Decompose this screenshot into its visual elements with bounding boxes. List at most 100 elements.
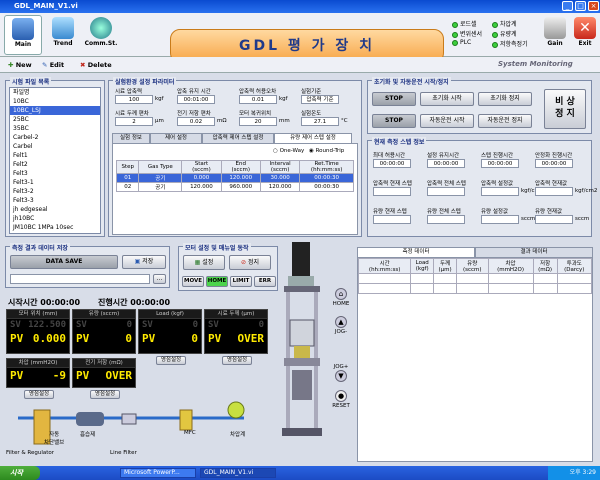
motor-stop-button[interactable]: ⊘ 정지 <box>229 255 271 270</box>
tab-pressure-step[interactable]: 압축력 제어 스텝 설정 <box>202 133 274 143</box>
column-header: Gas Type <box>138 160 183 174</box>
arrow-up-icon: ▲ <box>335 316 347 328</box>
init-start-button[interactable]: 초기화 시작 <box>420 92 474 106</box>
jog-plus-control[interactable]: JOG+ ▼ <box>330 363 352 382</box>
table-header: Step Gas Type Start (sccm) End (sccm) Interv… <box>115 160 354 174</box>
param-field[interactable]: 압축력 기준 <box>301 95 339 104</box>
param-label: 실험기준 <box>301 89 322 95</box>
measure-table: 시간 (hh:mm:ss) Load (kgf) 두께 (μm) 유량 (sccm) 차… <box>357 258 593 294</box>
list-item[interactable]: Felt3-1 <box>10 178 100 187</box>
param-field[interactable]: 20 <box>239 117 277 126</box>
stop-auto-button[interactable]: STOP <box>372 114 416 128</box>
param-unit: μm <box>155 118 164 124</box>
reset-control[interactable]: ● RESET <box>330 390 352 409</box>
save-path-field[interactable] <box>10 274 150 284</box>
meter-3: 시료 두께 (μm) SV 0 PV OVER <box>204 309 268 354</box>
zero-set-button[interactable]: 영점설정 <box>222 356 252 365</box>
task-powerpoint[interactable]: Microsoft PowerP... <box>120 468 196 478</box>
list-item[interactable]: 25BC <box>10 115 100 124</box>
list-item[interactable]: Carbel-2 <box>10 133 100 142</box>
tab-result-data[interactable]: 결과 데이터 <box>475 247 593 257</box>
auto-stop-button[interactable]: 자동운전 정지 <box>478 114 532 128</box>
param-label: 압축 유지 시간 <box>177 89 211 95</box>
data-table-area[interactable]: 시간 (hh:mm:ss) Load (kgf) 두께 (μm) 유량 (sccm) 차… <box>357 257 593 462</box>
param-field[interactable]: 0.02 <box>177 117 215 126</box>
round-trip-radio[interactable]: ◉ Round-Trip <box>309 148 344 154</box>
led-icon <box>452 31 458 38</box>
status-field <box>535 187 573 196</box>
zero-set-button[interactable]: 영점설정 <box>90 390 120 399</box>
list-item[interactable]: Felt1 <box>10 151 100 160</box>
trend-button[interactable]: Trend <box>44 15 82 55</box>
close-button[interactable]: × <box>588 1 599 11</box>
list-item[interactable]: Felt3 <box>10 169 100 178</box>
motor-set-button[interactable]: ▦ 설정 <box>183 255 225 270</box>
status-label: 스텝 진행시간 <box>481 153 514 159</box>
param-label: 시료 압축력 <box>115 89 143 95</box>
zero-set-button[interactable]: 영점설정 <box>156 356 186 365</box>
param-field[interactable]: 00:01:00 <box>177 95 215 104</box>
main-button[interactable]: Main <box>4 15 42 55</box>
sample-listbox[interactable]: 파일명 10BC 10BC_LSJ 25BC 35BC Carbel-2 Carbel Fel… <box>9 87 101 234</box>
auto-start-button[interactable]: 자동운전 시작 <box>420 114 474 128</box>
table-row[interactable]: 01 공기 0.000 120.000 30.000 00:00:30 <box>115 173 354 183</box>
status-label: 안정화 진행시간 <box>535 153 573 159</box>
table-row[interactable] <box>357 283 593 294</box>
list-item[interactable]: 10BC_LSJ <box>10 106 100 115</box>
tab-flow-step[interactable]: 유량 제어 스텝 설정 <box>274 133 352 143</box>
list-item[interactable]: jh10BC <box>10 214 100 223</box>
browse-button[interactable]: ... <box>153 274 166 284</box>
minimize-button[interactable]: _ <box>562 1 573 11</box>
list-item[interactable]: 35BC <box>10 124 100 133</box>
list-item[interactable]: Carbel <box>10 142 100 151</box>
column-header: 차압 (mmH2O) <box>487 258 534 274</box>
zero-set-button[interactable]: 영점설정 <box>24 390 54 399</box>
comm-status-button[interactable]: Comm.St. <box>82 15 120 55</box>
list-item[interactable]: 10BC <box>10 97 100 106</box>
tab-info[interactable]: 실험 정보 <box>112 133 150 143</box>
motor-title: 모터 설정 및 매뉴얼 동작 <box>183 243 251 252</box>
window-titlebar: GDL_MAIN_V1.vi <box>0 0 600 13</box>
status-label: 압축력 현재 스텝 <box>373 181 412 187</box>
table-cell: 960.000 <box>220 182 261 192</box>
list-item[interactable]: JM10BC 1MPa 10sec <box>10 223 100 232</box>
task-gdl-main[interactable]: GDL_MAIN_V1.vi <box>200 468 276 478</box>
jog-minus-control[interactable]: ▲ JOG- <box>330 316 352 335</box>
list-item[interactable]: Felt3-3 <box>10 196 100 205</box>
param-field[interactable]: 27.1 <box>301 117 339 126</box>
param-field[interactable]: 2 <box>115 117 153 126</box>
list-item[interactable]: 파일명 <box>10 88 100 97</box>
delete-button[interactable]: ✖ Delete <box>80 59 112 71</box>
step-table[interactable]: Step Gas Type Start (sccm) End (sccm) Interv… <box>115 160 354 192</box>
new-button[interactable]: ✚ New <box>8 59 32 71</box>
param-field[interactable]: 0.01 <box>239 95 277 104</box>
led-icon <box>492 21 498 28</box>
table-row[interactable] <box>357 273 593 284</box>
data-save-button[interactable]: DATA SAVE <box>10 255 118 269</box>
meter-title: 차압 (mmH2O) <box>7 359 69 368</box>
emergency-stop-button[interactable]: 비 상 정 지 <box>544 89 586 129</box>
maximize-button[interactable]: □ <box>575 1 586 11</box>
pv-value: 0 <box>191 332 198 345</box>
home-control[interactable]: ⌂ HOME <box>330 288 352 307</box>
store-button[interactable]: ▣ 저장 <box>122 255 166 269</box>
param-field[interactable]: 100 <box>115 95 153 104</box>
sv-value: 0 <box>126 320 132 330</box>
taskbar: 시작 Microsoft PowerP... GDL_MAIN_V1.vi 오후… <box>0 466 600 480</box>
start-button[interactable]: 시작 <box>0 466 40 480</box>
globe-icon <box>90 17 112 39</box>
exit-button[interactable]: ✕ Exit <box>566 15 600 55</box>
tab-measure-data[interactable]: 측정 데이터 <box>357 247 475 257</box>
list-item[interactable]: Felt2 <box>10 160 100 169</box>
stop-init-button[interactable]: STOP <box>372 92 416 106</box>
edit-button[interactable]: ✎ Edit <box>42 59 64 71</box>
one-way-radio[interactable]: ○ One-Way <box>273 148 304 154</box>
init-stop-button[interactable]: 초기화 정지 <box>478 92 532 106</box>
list-item[interactable]: jh edgeseal <box>10 205 100 214</box>
pv-row: PV OVER <box>73 368 135 383</box>
list-item[interactable]: Felt3-2 <box>10 187 100 196</box>
home-icon: ⌂ <box>335 288 347 300</box>
tab-control[interactable]: 제어 설정 <box>150 133 202 143</box>
param-label: 모터 복귀위치 <box>239 111 272 117</box>
table-row[interactable]: 02 공기 120.000 960.000 120.000 00:00:30 <box>115 182 354 192</box>
